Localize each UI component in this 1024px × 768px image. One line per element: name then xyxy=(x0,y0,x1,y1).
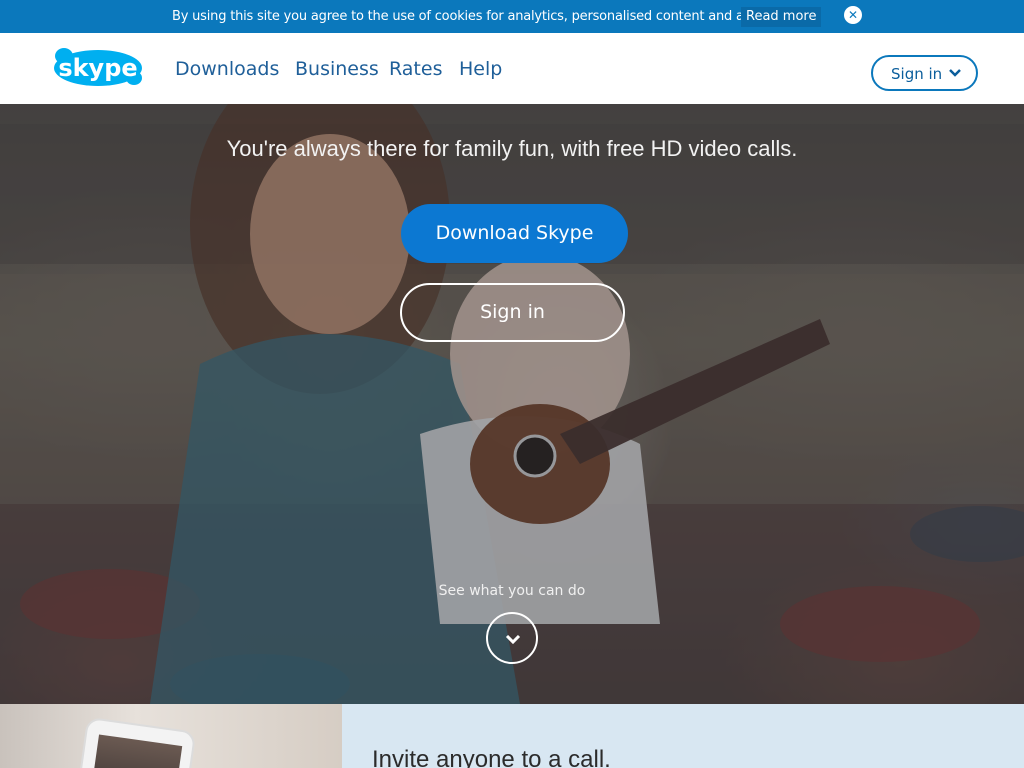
nav-signin-label: Sign in xyxy=(891,65,943,83)
hero-signin-button[interactable]: Sign in xyxy=(400,283,625,342)
close-icon[interactable]: ✕ xyxy=(844,6,862,24)
nav-signin-button[interactable]: Sign in xyxy=(871,55,978,91)
download-skype-button[interactable]: Download Skype xyxy=(401,204,628,263)
chevron-down-icon xyxy=(949,69,961,77)
feature-section: Invite anyone to a call. xyxy=(0,704,1024,768)
cookie-banner-text: By using this site you agree to the use … xyxy=(172,9,763,24)
nav-help[interactable]: Help xyxy=(459,58,502,80)
phone-illustration xyxy=(77,716,197,768)
cookie-banner: By using this site you agree to the use … xyxy=(0,0,1024,33)
read-more-link[interactable]: Read more xyxy=(741,7,822,27)
nav-downloads[interactable]: Downloads xyxy=(175,58,279,80)
feature-title: Invite anyone to a call. xyxy=(372,746,611,768)
top-navigation: skype Downloads Business Rates Help Sign… xyxy=(0,33,1024,104)
skype-logo-text: skype xyxy=(58,54,137,82)
phone-screen xyxy=(90,734,183,768)
feature-image xyxy=(0,704,342,768)
hero-subtitle: You're always there for family fun, with… xyxy=(226,136,798,161)
chevron-down-icon xyxy=(505,634,521,645)
nav-rates[interactable]: Rates xyxy=(389,58,442,80)
nav-business[interactable]: Business xyxy=(295,58,379,80)
scroll-down-button[interactable] xyxy=(486,612,538,664)
hero-section: You're always there for family fun, with… xyxy=(0,104,1024,704)
skype-logo[interactable]: skype xyxy=(52,46,144,90)
see-what-you-can-do-label: See what you can do xyxy=(438,583,586,599)
